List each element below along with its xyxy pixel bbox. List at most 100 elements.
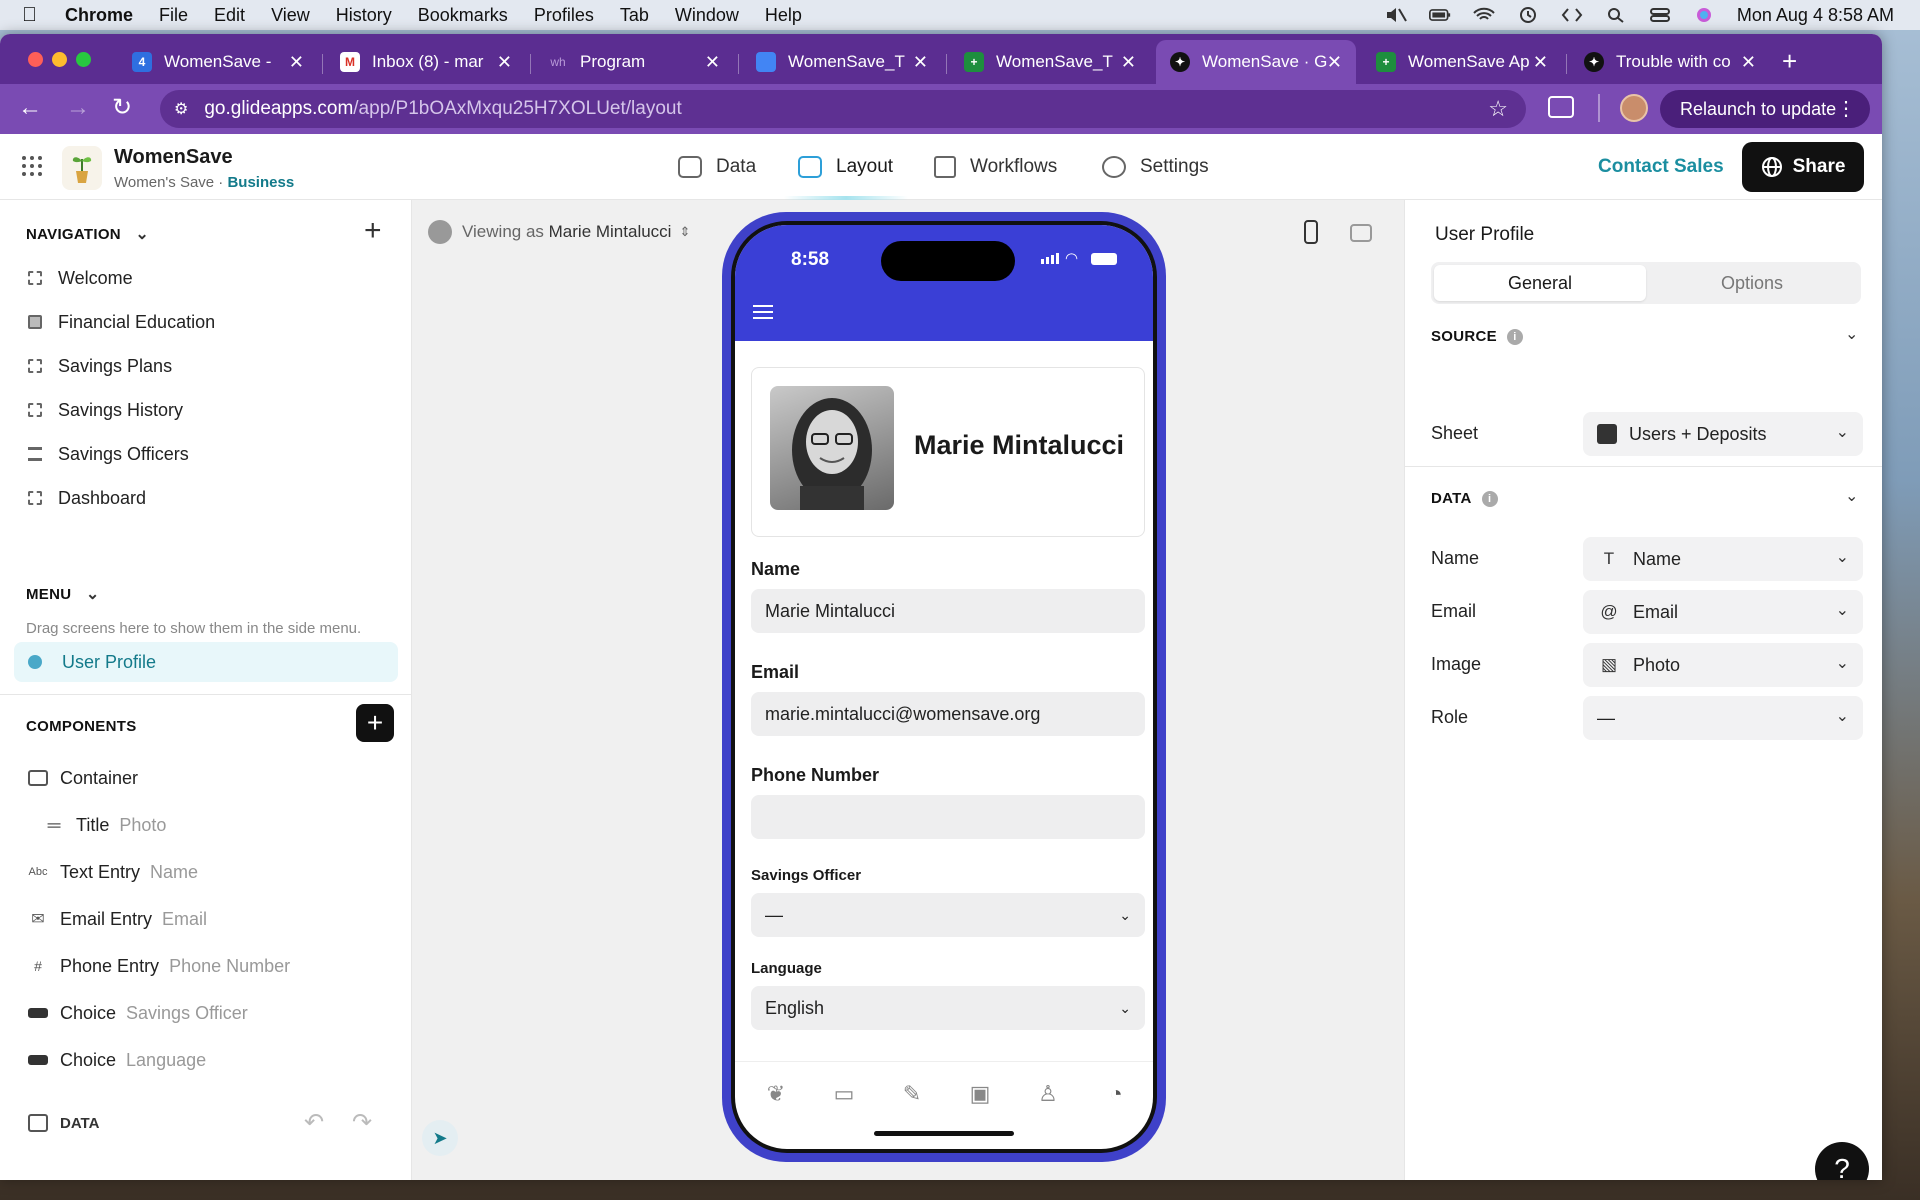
- forward-arrow-icon[interactable]: →: [66, 94, 90, 122]
- nav-item-savings-officers[interactable]: Savings Officers: [28, 436, 189, 472]
- browser-tab[interactable]: WomenSave_T ✕: [742, 40, 942, 84]
- menubar-view[interactable]: View: [271, 5, 310, 26]
- menubar-tab[interactable]: Tab: [620, 5, 649, 26]
- nav-item-dashboard[interactable]: Dashboard: [28, 480, 146, 516]
- sheet-select[interactable]: Users + Deposits ⌄: [1583, 412, 1863, 456]
- info-icon[interactable]: i: [1506, 328, 1523, 345]
- component-choice-savings-officer[interactable]: Choice Savings Officer: [28, 994, 248, 1032]
- browser-tab[interactable]: M Inbox (8) - mar ✕: [326, 40, 526, 84]
- data-editor-toggle[interactable]: DATA: [28, 1114, 99, 1132]
- wifi-icon[interactable]: [1473, 7, 1495, 23]
- component-choice-language[interactable]: Choice Language: [28, 1041, 206, 1079]
- browser-tab[interactable]: + WomenSave Ap ✕: [1362, 40, 1562, 84]
- info-icon[interactable]: i: [1481, 490, 1498, 507]
- cursor-pointer-icon[interactable]: ➤: [422, 1120, 458, 1156]
- close-tab-icon[interactable]: ✕: [1533, 52, 1548, 73]
- menubar-edit[interactable]: Edit: [214, 5, 245, 26]
- chevron-down-icon[interactable]: ⌄: [1845, 486, 1858, 506]
- more-menu-icon[interactable]: ⋮: [1836, 96, 1856, 121]
- menubar-profiles[interactable]: Profiles: [534, 5, 594, 26]
- browser-tab[interactable]: ✦ Trouble with co ✕: [1570, 40, 1770, 84]
- close-tab-icon[interactable]: ✕: [1121, 52, 1136, 73]
- close-tab-icon[interactable]: ✕: [913, 52, 928, 73]
- menubar-file[interactable]: File: [159, 5, 188, 26]
- nav-tab-workflows[interactable]: Workflows: [934, 150, 1057, 184]
- address-bar[interactable]: ⚙ go.glideapps.com/app/P1bOAxMxqu25H7XOL…: [160, 90, 1526, 128]
- browser-tab[interactable]: + WomenSave_T ✕: [950, 40, 1150, 84]
- help-button[interactable]: ?: [1815, 1142, 1869, 1180]
- close-window-button[interactable]: [28, 52, 43, 67]
- reload-icon[interactable]: ↻: [112, 93, 132, 122]
- app-name[interactable]: WomenSave: [114, 146, 233, 169]
- screen-search-icon[interactable]: [1548, 96, 1574, 118]
- new-tab-icon[interactable]: +: [1782, 46, 1797, 77]
- folder-icon[interactable]: ▭: [829, 1079, 859, 1109]
- tab-options[interactable]: Options: [1646, 265, 1858, 301]
- bookmark-star-icon[interactable]: ☆: [1488, 96, 1508, 122]
- siri-icon[interactable]: [1693, 7, 1715, 23]
- spotlight-search-icon[interactable]: [1605, 7, 1627, 23]
- close-tab-icon[interactable]: ✕: [289, 52, 304, 73]
- add-component-button[interactable]: +: [356, 704, 394, 742]
- hamburger-menu-icon[interactable]: [753, 305, 773, 319]
- nav-tab-layout[interactable]: Layout: [798, 150, 893, 184]
- nav-item-welcome[interactable]: Welcome: [28, 260, 133, 296]
- app-logo-plant-icon[interactable]: [62, 146, 102, 190]
- component-container[interactable]: Container: [28, 759, 138, 797]
- back-arrow-icon[interactable]: ←: [18, 94, 42, 122]
- nav-item-savings-plans[interactable]: Savings Plans: [28, 348, 172, 384]
- source-section-header[interactable]: SOURCE i: [1431, 328, 1523, 345]
- browser-tab[interactable]: wh Program ✕: [534, 40, 734, 84]
- add-screen-icon[interactable]: +: [364, 214, 382, 248]
- apple-menu-icon[interactable]: : [22, 4, 37, 27]
- notes-icon[interactable]: ✎: [897, 1079, 927, 1109]
- chevron-down-icon[interactable]: ⌄: [1845, 324, 1858, 344]
- nav-tab-settings[interactable]: Settings: [1102, 150, 1209, 184]
- presentation-icon[interactable]: ▣: [965, 1079, 995, 1109]
- mute-icon[interactable]: [1385, 7, 1407, 23]
- nav-tab-data[interactable]: Data: [678, 150, 756, 184]
- image-column-select[interactable]: ▧ Photo ⌄: [1583, 643, 1863, 687]
- contact-sales-link[interactable]: Contact Sales: [1598, 156, 1724, 178]
- nav-item-savings-history[interactable]: Savings History: [28, 392, 183, 428]
- browser-tab-active[interactable]: ✦ WomenSave · G ✕: [1156, 40, 1356, 84]
- site-settings-icon[interactable]: ⚙: [174, 99, 188, 119]
- undo-icon[interactable]: ↶: [304, 1108, 324, 1137]
- relaunch-to-update-button[interactable]: Relaunch to update ⋮: [1660, 90, 1870, 128]
- control-center-icon[interactable]: [1649, 7, 1671, 23]
- menubar-help[interactable]: Help: [765, 5, 802, 26]
- component-text-entry[interactable]: Abc Text Entry Name: [28, 853, 199, 891]
- menu-item-user-profile[interactable]: User Profile: [14, 642, 398, 682]
- name-column-select[interactable]: T Name ⌄: [1583, 537, 1863, 581]
- share-button[interactable]: Share: [1742, 142, 1864, 192]
- close-tab-icon[interactable]: ✕: [497, 52, 512, 73]
- phone-preview-icon[interactable]: [1304, 220, 1318, 244]
- menubar-datetime[interactable]: Mon Aug 4 8:58 AM: [1737, 5, 1894, 26]
- role-column-select[interactable]: — ⌄: [1583, 696, 1863, 740]
- email-field[interactable]: marie.mintalucci@womensave.org: [751, 692, 1145, 736]
- menubar-app-name[interactable]: Chrome: [65, 5, 133, 26]
- tab-general[interactable]: General: [1434, 265, 1646, 301]
- sprout-icon[interactable]: ❦: [761, 1079, 791, 1109]
- close-tab-icon[interactable]: ✕: [1741, 52, 1756, 73]
- savings-officer-select[interactable]: — ⌄: [751, 893, 1145, 937]
- minimize-window-button[interactable]: [52, 52, 67, 67]
- viewing-as-selector[interactable]: Viewing as Marie Mintalucci ⇕: [428, 220, 690, 244]
- menubar-window[interactable]: Window: [675, 5, 739, 26]
- battery-icon[interactable]: [1428, 7, 1451, 23]
- data-section-header[interactable]: DATA i: [1431, 490, 1498, 507]
- browser-tab[interactable]: 4 WomenSave - ✕: [118, 40, 318, 84]
- close-tab-icon[interactable]: ✕: [1327, 52, 1342, 73]
- profile-photo[interactable]: [770, 386, 894, 510]
- component-phone-entry[interactable]: # Phone Entry Phone Number: [28, 947, 290, 985]
- person-icon[interactable]: ♙: [1033, 1079, 1063, 1109]
- component-title[interactable]: ═ Title Photo: [44, 806, 167, 844]
- name-field[interactable]: Marie Mintalucci: [751, 589, 1145, 633]
- phone-number-field[interactable]: [751, 795, 1145, 839]
- language-select[interactable]: English ⌄: [751, 986, 1145, 1030]
- close-tab-icon[interactable]: ✕: [705, 52, 720, 73]
- email-column-select[interactable]: @ Email ⌄: [1583, 590, 1863, 634]
- menu-section-header[interactable]: MENU ⌄: [26, 584, 100, 604]
- zoom-window-button[interactable]: [76, 52, 91, 67]
- nav-item-financial-education[interactable]: Financial Education: [28, 304, 215, 340]
